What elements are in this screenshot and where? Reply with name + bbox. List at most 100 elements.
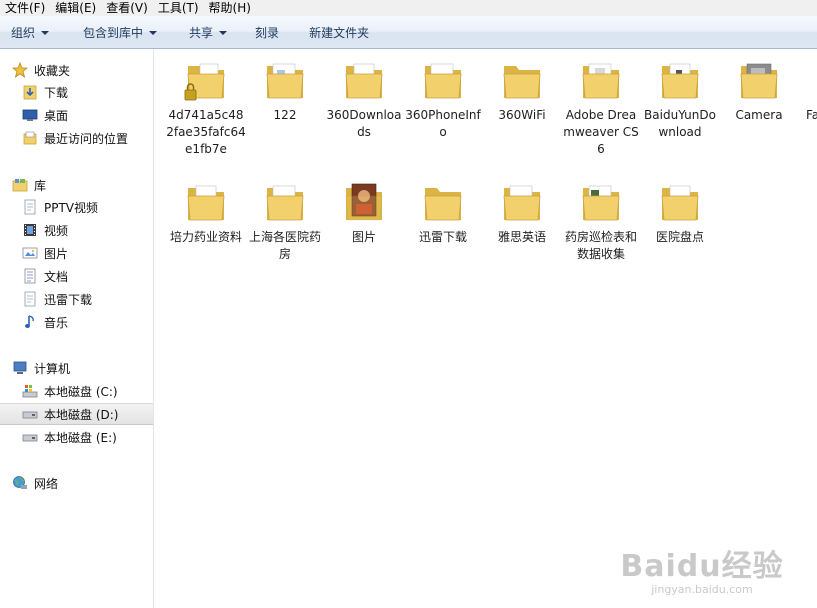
- file-name: Camera: [735, 108, 783, 122]
- nav-computer-label: 计算机: [34, 361, 71, 376]
- menu-edit[interactable]: 编辑(E): [50, 1, 101, 15]
- nav-videos-label: 视频: [44, 223, 69, 238]
- desktop-icon: [22, 107, 38, 123]
- nav-thunder-downloads[interactable]: 迅雷下载: [0, 288, 153, 310]
- folder-icon: [656, 178, 704, 226]
- network-globe-icon: [12, 475, 28, 491]
- folder-item[interactable]: BaiduYunDownload: [640, 50, 720, 141]
- chevron-down-icon: [219, 30, 228, 35]
- document-icon: [22, 291, 38, 307]
- file-name: 迅雷下载: [418, 230, 467, 244]
- folder-icon: [419, 178, 467, 226]
- library-icon: [12, 177, 28, 193]
- nav-disk-e-label: 本地磁盘 (E:): [44, 430, 117, 445]
- folder-item[interactable]: 医院盘点: [640, 172, 720, 246]
- system-drive-icon: [22, 383, 38, 399]
- folder-icon: [498, 178, 546, 226]
- nav-music-label: 音乐: [44, 315, 69, 330]
- nav-favorites[interactable]: 收藏夹: [0, 59, 153, 81]
- computer-icon: [12, 360, 28, 376]
- folder-item[interactable]: 360PhoneInfo: [403, 50, 483, 141]
- new-folder-button[interactable]: 新建文件夹: [300, 20, 378, 44]
- folder-item[interactable]: 雅思英语: [482, 172, 562, 246]
- folder-item[interactable]: Adobe Dreamweaver CS6: [561, 50, 641, 158]
- file-name: 培力药业资料: [169, 230, 242, 244]
- burn-button[interactable]: 刻录: [246, 20, 288, 44]
- nav-pptv[interactable]: PPTV视频: [0, 196, 153, 218]
- navigation-pane[interactable]: 收藏夹 下载 桌面 最近访问的位置 库 PPTV视频 视频 图片 文档 迅雷下载…: [0, 50, 154, 608]
- file-name: 雅思英语: [497, 230, 546, 244]
- folder-item[interactable]: 360Downloads: [324, 50, 404, 141]
- menu-help[interactable]: 帮助(H): [204, 1, 256, 15]
- photo-folder-icon: [340, 178, 388, 226]
- folder-icon: [656, 56, 704, 104]
- folder-item[interactable]: 122: [245, 50, 325, 124]
- nav-music[interactable]: 音乐: [0, 311, 153, 333]
- file-name: Fa: [806, 108, 817, 122]
- menu-view[interactable]: 查看(V): [101, 1, 153, 15]
- folder-item[interactable]: Camera: [719, 50, 799, 124]
- file-name: 122: [273, 108, 297, 122]
- nav-disk-c-label: 本地磁盘 (C:): [44, 384, 118, 399]
- folder-item[interactable]: 图片: [324, 172, 404, 246]
- recent-places-icon: [22, 130, 38, 146]
- folder-item[interactable]: 4d741a5c482fae35fafc64e1fb7e: [166, 50, 246, 158]
- command-bar: 组织 包含到库中 共享 刻录 新建文件夹: [0, 16, 817, 49]
- folder-item[interactable]: Fa: [798, 50, 817, 124]
- folder-icon: [735, 56, 783, 104]
- picture-icon: [22, 245, 38, 261]
- include-in-library-label: 包含到库中: [83, 25, 144, 40]
- nav-pictures-label: 图片: [44, 246, 69, 261]
- drive-icon: [22, 429, 38, 445]
- folder-icon: [340, 56, 388, 104]
- file-name: 药房巡检表和数据收集: [564, 230, 637, 261]
- folder-item[interactable]: 360WiFi: [482, 50, 562, 124]
- nav-favorites-label: 收藏夹: [34, 63, 71, 78]
- chevron-down-icon: [41, 30, 50, 35]
- share-label: 共享: [189, 25, 214, 40]
- file-name: 360PhoneInfo: [405, 108, 481, 139]
- folder-icon: [577, 178, 625, 226]
- share-button[interactable]: 共享: [180, 20, 236, 44]
- folder-item[interactable]: 培力药业资料: [166, 172, 246, 246]
- menu-file[interactable]: 文件(F): [0, 1, 50, 15]
- document-icon: [22, 199, 38, 215]
- nav-desktop[interactable]: 桌面: [0, 104, 153, 126]
- baidu-jingyan-watermark: Baidu经验 jingyan.baidu.com: [597, 541, 807, 596]
- folder-icon: [261, 178, 309, 226]
- film-icon: [22, 222, 38, 238]
- nav-network[interactable]: 网络: [0, 472, 153, 494]
- file-name: 图片: [351, 230, 376, 244]
- file-list[interactable]: 4d741a5c482fae35fafc64e1fb7e 122 360Down…: [155, 50, 817, 608]
- locked-folder-icon: [182, 56, 230, 104]
- menu-tools[interactable]: 工具(T): [153, 1, 204, 15]
- nav-recent-places[interactable]: 最近访问的位置: [0, 127, 153, 149]
- folder-icon: [498, 56, 546, 104]
- nav-libraries[interactable]: 库: [0, 174, 153, 196]
- nav-documents[interactable]: 文档: [0, 265, 153, 287]
- watermark-brand: Baidu经验: [620, 549, 784, 584]
- star-icon: [12, 62, 28, 78]
- chevron-down-icon: [149, 30, 158, 35]
- folder-icon: [182, 178, 230, 226]
- nav-disk-c[interactable]: 本地磁盘 (C:): [0, 380, 153, 402]
- nav-disk-d[interactable]: 本地磁盘 (D:): [0, 403, 153, 425]
- nav-disk-e[interactable]: 本地磁盘 (E:): [0, 426, 153, 448]
- downloads-folder-icon: [22, 84, 38, 100]
- folder-item[interactable]: 上海各医院药房: [245, 172, 325, 263]
- organize-button[interactable]: 组织: [2, 20, 58, 44]
- folder-item[interactable]: 迅雷下载: [403, 172, 483, 246]
- folder-item[interactable]: 药房巡检表和数据收集: [561, 172, 641, 263]
- nav-libraries-label: 库: [34, 178, 47, 193]
- nav-videos[interactable]: 视频: [0, 219, 153, 241]
- nav-downloads[interactable]: 下载: [0, 81, 153, 103]
- include-in-library-button[interactable]: 包含到库中: [74, 20, 166, 44]
- nav-downloads-label: 下载: [44, 85, 69, 100]
- nav-pictures[interactable]: 图片: [0, 242, 153, 264]
- nav-network-label: 网络: [34, 476, 59, 491]
- folder-icon: [419, 56, 467, 104]
- folder-icon: [577, 56, 625, 104]
- nav-pptv-label: PPTV视频: [44, 200, 99, 215]
- nav-disk-d-label: 本地磁盘 (D:): [44, 407, 119, 422]
- nav-computer[interactable]: 计算机: [0, 357, 153, 379]
